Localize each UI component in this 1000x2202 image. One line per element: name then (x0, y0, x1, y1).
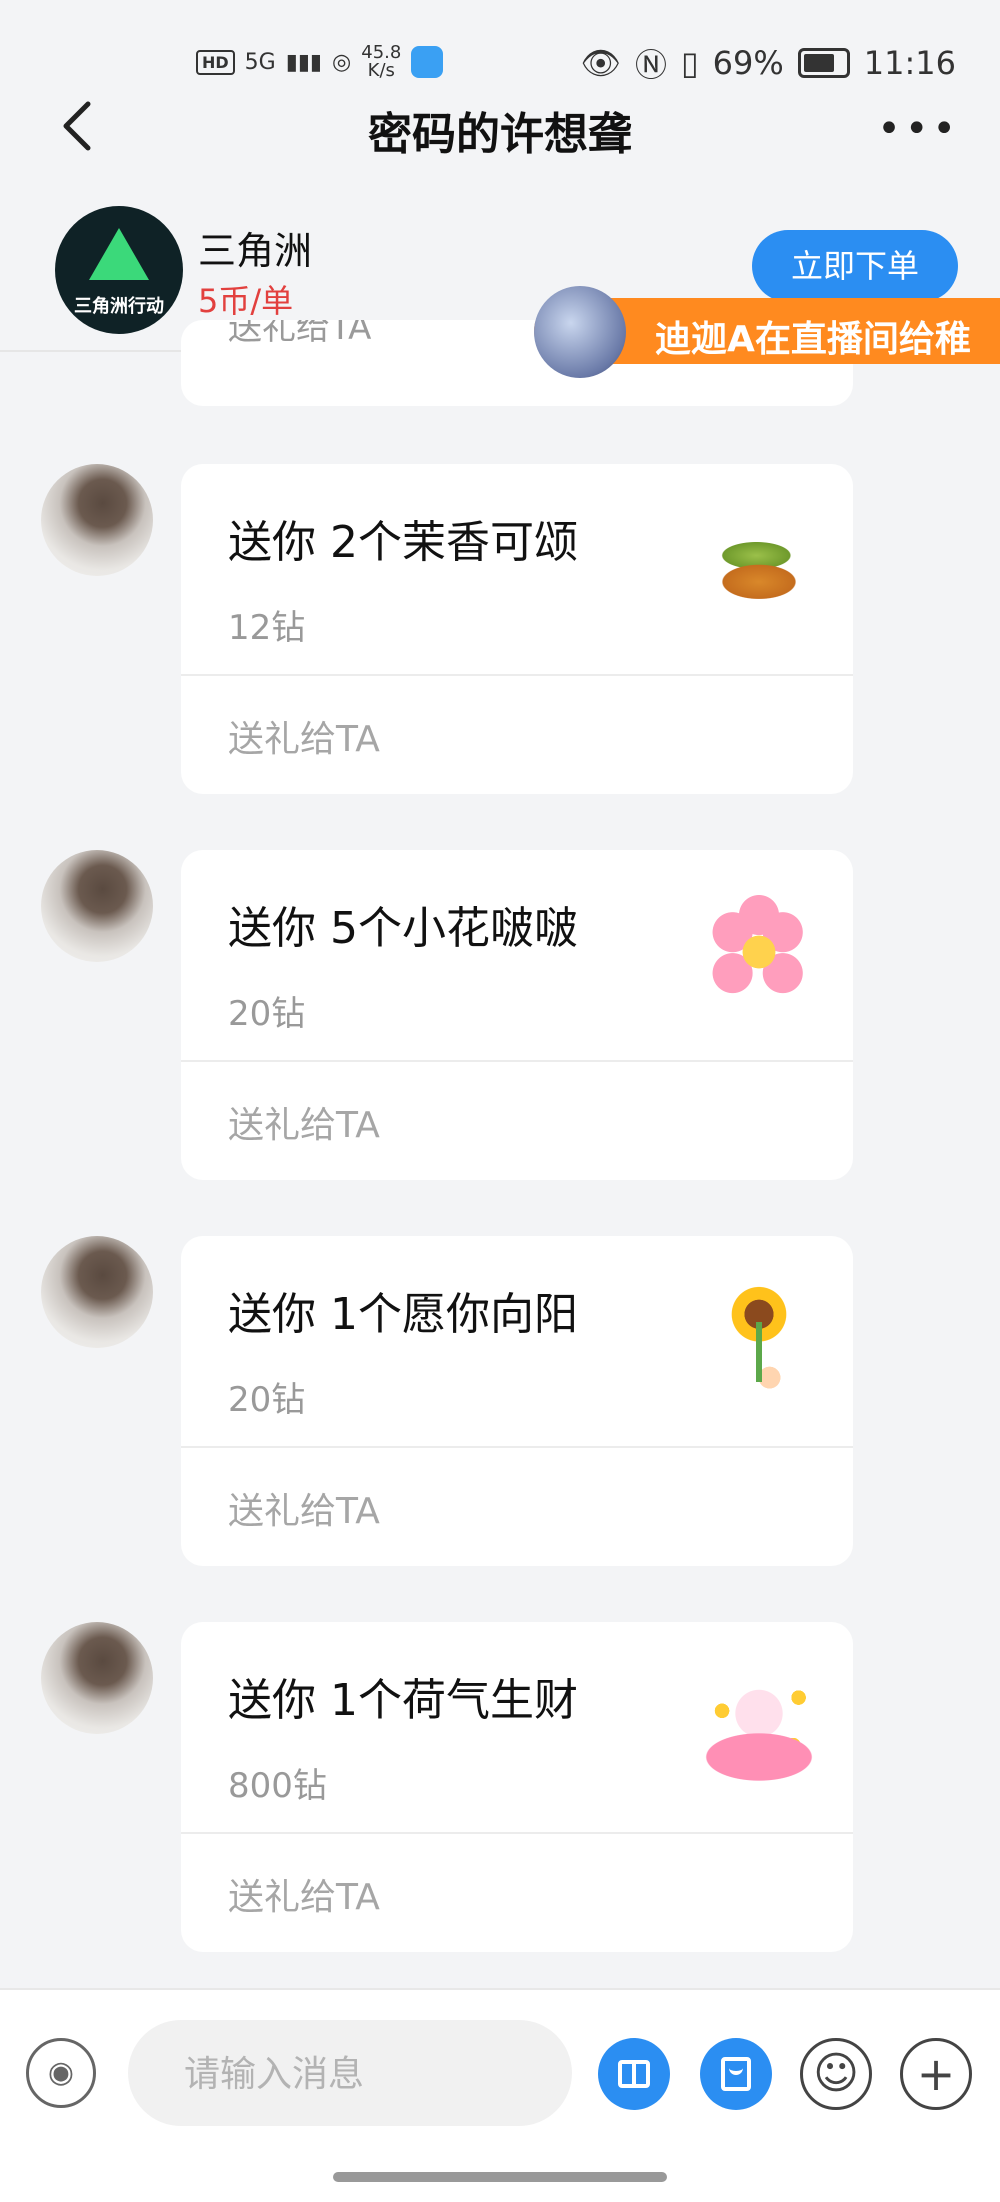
plus-icon[interactable]: + (900, 2038, 972, 2110)
divider (181, 1060, 853, 1062)
gift-message-card: 送你 1个荷气生财 800钻 送礼给TA (181, 1622, 853, 1952)
order-now-button[interactable]: 立即下单 (752, 230, 958, 302)
send-gift-link[interactable]: 送礼给TA (228, 1868, 380, 1920)
battery-icon (797, 48, 850, 78)
status-right: 👁 Ⓝ ▯ 69% 11:16 (580, 40, 956, 86)
gift-title: 送你 1个愿你向阳 (228, 1289, 578, 1340)
red-packet-button[interactable] (700, 2038, 772, 2110)
avatar[interactable] (41, 464, 153, 576)
avatar[interactable] (41, 850, 153, 962)
list-item: 送你 1个荷气生财 800钻 送礼给TA (0, 1622, 1000, 1952)
message-input-bar: ◉ ☺ + (0, 1988, 1000, 2202)
banner-avatar (534, 286, 626, 378)
top-nav: 密码的许想聋 ••• (0, 92, 1000, 162)
service-logo-text: 三角洲行动 (74, 296, 164, 317)
service-price: 5币/单 (198, 282, 294, 320)
message-input-container[interactable] (128, 2020, 572, 2128)
red-packet-icon (721, 2057, 751, 2091)
divider (181, 1832, 853, 1834)
app-notification-icon (411, 46, 444, 78)
home-indicator[interactable] (333, 2172, 667, 2182)
triangle-logo-icon (89, 228, 149, 280)
list-item: 送你 1个愿你向阳 20钻 送礼给TA (0, 1236, 1000, 1566)
more-options-icon[interactable]: ••• (877, 106, 960, 152)
list-item: 送你 5个小花啵啵 20钻 送礼给TA (0, 850, 1000, 1180)
gift-icon (618, 2060, 650, 2088)
list-item: 送你 2个茉香可颂 12钻 送礼给TA (0, 464, 1000, 794)
network-speed-unit: K/s (367, 60, 395, 81)
service-logo[interactable]: 三角洲行动 (55, 206, 183, 334)
page-title: 密码的许想聋 (368, 109, 632, 160)
eye-icon: 👁 (580, 44, 622, 82)
signal-bars-icon: ▮▮▮ (285, 49, 323, 75)
lotus-gift-icon (693, 1658, 825, 1790)
status-left: HD 5G ▮▮▮ ◎ 45.8 K/s (196, 44, 444, 80)
divider (181, 674, 853, 676)
battery-percent: 69% (712, 44, 784, 82)
vibrate-icon: ▯ (681, 44, 699, 82)
emoji-icon[interactable]: ☺ (800, 2038, 872, 2110)
gift-message-card: 送你 2个茉香可颂 12钻 送礼给TA (181, 464, 853, 794)
pink-flower-gift-icon (693, 886, 825, 1018)
voice-icon[interactable]: ◉ (26, 2038, 96, 2108)
gift-message-card: 送你 5个小花啵啵 20钻 送礼给TA (181, 850, 853, 1180)
gift-price: 20钻 (228, 994, 306, 1034)
gift-button[interactable] (598, 2038, 670, 2110)
croissant-gift-icon (693, 500, 825, 632)
service-name: 三角洲 (198, 229, 313, 273)
sunflower-gift-icon (693, 1272, 825, 1404)
gift-price: 800钻 (228, 1766, 327, 1806)
avatar[interactable] (41, 1622, 153, 1734)
send-gift-link[interactable]: 送礼给TA (228, 320, 371, 349)
send-gift-link[interactable]: 送礼给TA (228, 710, 380, 762)
banner-text: 迪迦A在直播间给稚 (655, 319, 971, 360)
gift-price: 20钻 (228, 1380, 306, 1420)
network-speed: 45.8 K/s (361, 44, 401, 80)
avatar[interactable] (41, 1236, 153, 1348)
divider (181, 1446, 853, 1448)
send-gift-link[interactable]: 送礼给TA (228, 1482, 380, 1534)
clock: 11:16 (863, 44, 956, 82)
gift-title: 送你 2个茉香可颂 (228, 517, 578, 568)
hotspot-icon: ◎ (332, 49, 352, 75)
message-input[interactable] (182, 2020, 566, 2128)
send-gift-link[interactable]: 送礼给TA (228, 1096, 380, 1148)
hd-badge: HD (196, 49, 235, 75)
gift-message-card: 送你 1个愿你向阳 20钻 送礼给TA (181, 1236, 853, 1566)
nfc-icon: Ⓝ (635, 46, 668, 84)
gift-price: 12钻 (228, 608, 306, 648)
gift-title: 送你 1个荷气生财 (228, 1675, 578, 1726)
signal-indicator: 5G (244, 49, 276, 75)
gift-title: 送你 5个小花啵啵 (228, 903, 578, 954)
